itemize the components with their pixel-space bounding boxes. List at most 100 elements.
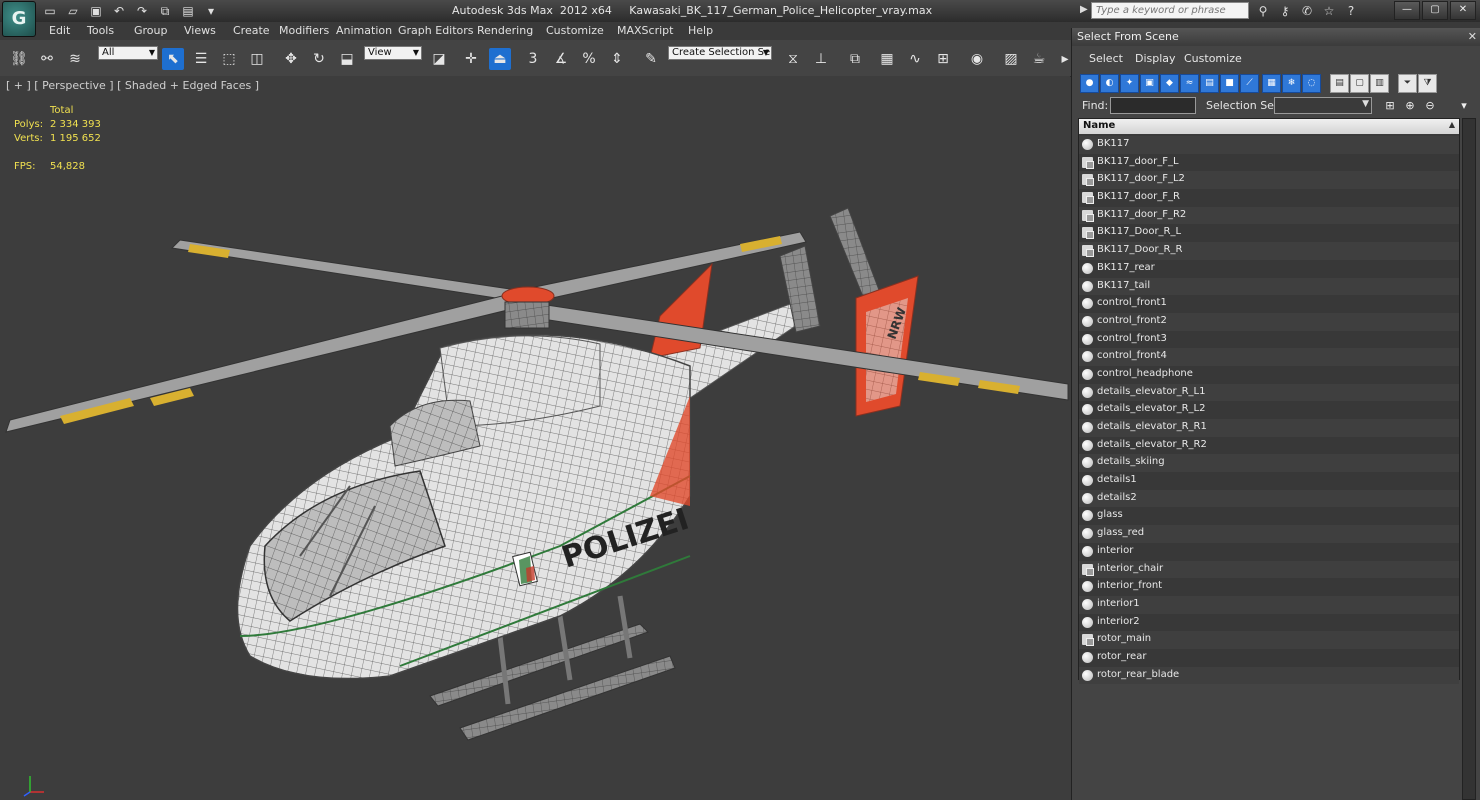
selection-set-dropdown[interactable]: ▼: [1274, 97, 1372, 114]
menu-tools[interactable]: Tools: [87, 24, 114, 37]
select-and-scale-icon[interactable]: ⬓: [336, 48, 358, 70]
list-item[interactable]: BK117_door_F_L2: [1079, 171, 1459, 190]
list-item[interactable]: BK117_rear: [1079, 259, 1459, 278]
menu-customize[interactable]: Customize: [546, 24, 604, 37]
menu-maxscript[interactable]: MAXScript: [617, 24, 673, 37]
select-manipulate-icon[interactable]: ✛: [460, 48, 482, 70]
space-warps-filter-icon[interactable]: ≈: [1180, 74, 1199, 93]
help-icon[interactable]: ?: [1342, 2, 1360, 20]
list-item[interactable]: control_front2: [1079, 312, 1459, 331]
render-teapot-icon[interactable]: ☕: [1028, 48, 1050, 70]
list-item[interactable]: BK117_tail: [1079, 277, 1459, 296]
dialog-menu-select[interactable]: Select: [1089, 52, 1123, 65]
list-item[interactable]: control_front3: [1079, 330, 1459, 349]
close-icon[interactable]: ✕: [1468, 30, 1477, 43]
list-item[interactable]: details_elevator_R_R2: [1079, 436, 1459, 455]
helpers-filter-icon[interactable]: ◆: [1160, 74, 1179, 93]
containers-filter-icon[interactable]: ▦: [1262, 74, 1281, 93]
menu-create[interactable]: Create: [233, 24, 270, 37]
shapes-filter-icon[interactable]: ◐: [1100, 74, 1119, 93]
hold-icon[interactable]: ⧉: [155, 2, 175, 20]
use-pivot-center-icon[interactable]: ◪: [428, 48, 450, 70]
subscription-key-icon[interactable]: ⚷: [1276, 2, 1294, 20]
select-and-rotate-icon[interactable]: ↻: [308, 48, 330, 70]
save-file-icon[interactable]: ▣: [86, 2, 106, 20]
layer-manager-icon[interactable]: ⧉: [844, 48, 866, 70]
list-item[interactable]: BK117_Door_R_L: [1079, 224, 1459, 243]
named-selection-set-dropdown[interactable]: Create Selection Se ▼: [668, 46, 772, 60]
xrefs-filter-icon[interactable]: ■: [1220, 74, 1239, 93]
list-item[interactable]: interior_front: [1079, 578, 1459, 596]
filter-options-icon[interactable]: ⧩: [1418, 74, 1437, 93]
mirror-icon[interactable]: ⧖: [782, 48, 804, 70]
list-item[interactable]: interior1: [1079, 595, 1459, 614]
panel-options-icon[interactable]: ▾: [1456, 98, 1472, 114]
list-item[interactable]: rotor_rear_blade: [1079, 666, 1459, 685]
curve-editor-icon[interactable]: ∿: [904, 48, 926, 70]
binoculars-icon[interactable]: ⚲: [1254, 2, 1272, 20]
list-item[interactable]: BK117_door_F_L: [1079, 153, 1459, 172]
rectangular-selection-icon[interactable]: ⬚: [218, 48, 240, 70]
list-item[interactable]: control_headphone: [1079, 365, 1459, 384]
list-item[interactable]: glass_red: [1079, 525, 1459, 543]
menu-rendering[interactable]: Rendering: [477, 24, 533, 37]
list-item[interactable]: interior: [1079, 542, 1459, 561]
list-item[interactable]: glass: [1079, 507, 1459, 526]
app-logo-icon[interactable]: G: [2, 1, 36, 37]
menu-edit[interactable]: Edit: [49, 24, 70, 37]
perspective-viewport[interactable]: [ + ] [ Perspective ] [ Shaded + Edged F…: [0, 76, 1070, 800]
material-editor-icon[interactable]: ◉: [966, 48, 988, 70]
list-item[interactable]: details_elevator_R_L2: [1079, 401, 1459, 419]
list-item[interactable]: details_elevator_R_R1: [1079, 419, 1459, 437]
angle-snap-icon[interactable]: ∡: [550, 48, 572, 70]
remove-from-set-icon[interactable]: ⊖: [1422, 98, 1438, 114]
select-object-icon[interactable]: ⬉: [162, 48, 184, 70]
list-item[interactable]: details_elevator_R_L1: [1079, 383, 1459, 402]
dialog-menu-display[interactable]: Display: [1135, 52, 1176, 65]
qa-dropdown-icon[interactable]: ▾: [201, 2, 221, 20]
select-by-name-icon[interactable]: ☰: [190, 48, 212, 70]
bones-filter-icon[interactable]: ⟋: [1240, 74, 1259, 93]
render-setup-icon[interactable]: ▨: [1000, 48, 1022, 70]
frozen-filter-icon[interactable]: ❄: [1282, 74, 1301, 93]
helicopter-model[interactable]: NRW POLIZEI: [0, 76, 1070, 800]
minimize-icon[interactable]: —: [1394, 1, 1420, 20]
add-to-set-icon[interactable]: ⊕: [1402, 98, 1418, 114]
menu-views[interactable]: Views: [184, 24, 216, 37]
list-item[interactable]: rotor_main: [1079, 631, 1459, 649]
hidden-filter-icon[interactable]: ◌: [1302, 74, 1321, 93]
menu-modifiers[interactable]: Modifiers: [279, 24, 329, 37]
edit-named-selection-icon[interactable]: ✎: [640, 48, 662, 70]
cameras-filter-icon[interactable]: ▣: [1140, 74, 1159, 93]
scene-object-list[interactable]: Name ▲ BK117 BK117_door_F_L BK117_door_F_L…: [1078, 118, 1460, 685]
menu-animation[interactable]: Animation: [336, 24, 392, 37]
filter-funnel-icon[interactable]: ⏷: [1398, 74, 1417, 93]
redo-icon[interactable]: ↷: [132, 2, 152, 20]
list-item[interactable]: details1: [1079, 472, 1459, 490]
list-item[interactable]: interior_chair: [1079, 560, 1459, 579]
close-icon[interactable]: ✕: [1450, 1, 1476, 20]
list-item[interactable]: BK117_Door_R_R: [1079, 242, 1459, 260]
list-item[interactable]: interior2: [1079, 613, 1459, 632]
create-selection-set-icon[interactable]: ⊞: [1382, 98, 1398, 114]
unlink-selection-icon[interactable]: ⚯: [36, 48, 58, 70]
find-input[interactable]: [1110, 97, 1196, 114]
new-file-icon[interactable]: ▭: [40, 2, 60, 20]
list-item[interactable]: BK117_door_F_R: [1079, 189, 1459, 207]
name-column-header[interactable]: Name ▲: [1079, 119, 1459, 134]
list-scrollbar[interactable]: [1462, 118, 1476, 800]
keyboard-shortcut-override-icon[interactable]: ⏏: [489, 48, 511, 70]
select-and-link-icon[interactable]: ⛓: [8, 48, 30, 70]
spinner-snap-icon[interactable]: ⇕: [606, 48, 628, 70]
dialog-menu-customize[interactable]: Customize: [1184, 52, 1242, 65]
list-item[interactable]: rotor_rear: [1079, 648, 1459, 667]
percent-snap-icon[interactable]: %: [578, 48, 600, 70]
graphite-tools-icon[interactable]: ▦: [876, 48, 898, 70]
open-file-icon[interactable]: ▱: [63, 2, 83, 20]
list-item[interactable]: BK117: [1079, 136, 1459, 154]
geometry-filter-icon[interactable]: ●: [1080, 74, 1099, 93]
bind-to-space-warp-icon[interactable]: ≋: [64, 48, 86, 70]
lights-filter-icon[interactable]: ✦: [1120, 74, 1139, 93]
maximize-icon[interactable]: ▢: [1422, 1, 1448, 20]
list-item[interactable]: details_skiing: [1079, 454, 1459, 473]
